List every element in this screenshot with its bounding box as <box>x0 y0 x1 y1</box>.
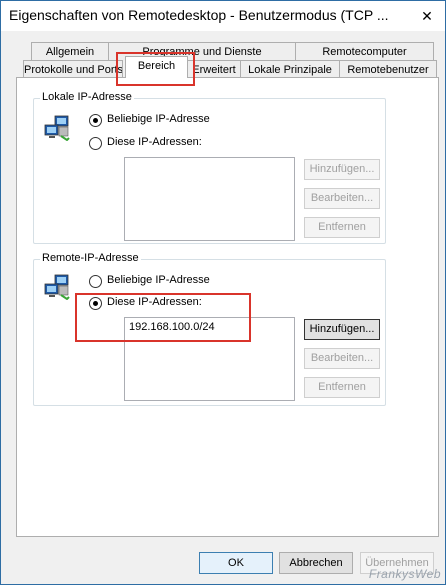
title-bar: Eigenschaften von Remotedesktop - Benutz… <box>1 1 445 31</box>
close-icon[interactable]: ✕ <box>417 7 437 25</box>
cancel-button[interactable]: Abbrechen <box>279 552 353 574</box>
network-computers-icon <box>44 274 72 301</box>
tab-panel-bereich: Lokale IP-Adresse Beliebige IP-Adresse D… <box>16 77 439 537</box>
remote-edit-button[interactable]: Bearbeiten... <box>304 348 380 369</box>
tab-remotecomputer[interactable]: Remotecomputer <box>295 42 434 61</box>
properties-dialog: Eigenschaften von Remotedesktop - Benutz… <box>0 0 446 585</box>
radio-selected-icon <box>89 297 102 310</box>
local-ip-title: Lokale IP-Adresse <box>40 91 134 103</box>
ok-button[interactable]: OK <box>199 552 273 574</box>
watermark: FrankysWeb <box>368 567 441 581</box>
remote-add-button[interactable]: Hinzufügen... <box>304 319 380 340</box>
list-item[interactable]: 192.168.100.0/24 <box>129 321 215 333</box>
local-ip-listbox[interactable] <box>124 157 295 241</box>
local-ip-group: Lokale IP-Adresse Beliebige IP-Adresse D… <box>33 91 386 244</box>
tab-bereich[interactable]: Bereich <box>125 56 188 78</box>
network-computers-icon <box>44 115 72 142</box>
tab-allgemein[interactable]: Allgemein <box>31 42 109 61</box>
local-remove-button[interactable]: Entfernen <box>304 217 380 238</box>
window-title: Eigenschaften von Remotedesktop - Benutz… <box>9 7 389 23</box>
radio-unselected-icon <box>89 137 102 150</box>
local-add-button[interactable]: Hinzufügen... <box>304 159 380 180</box>
remote-ip-listbox[interactable]: 192.168.100.0/24 <box>124 317 295 401</box>
remote-ip-group: Remote-IP-Adresse Beliebige IP-Adresse D… <box>33 252 386 406</box>
remote-remove-button[interactable]: Entfernen <box>304 377 380 398</box>
remote-ip-title: Remote-IP-Adresse <box>40 252 141 264</box>
local-edit-button[interactable]: Bearbeiten... <box>304 188 380 209</box>
radio-selected-icon <box>89 114 102 127</box>
radio-unselected-icon <box>89 275 102 288</box>
